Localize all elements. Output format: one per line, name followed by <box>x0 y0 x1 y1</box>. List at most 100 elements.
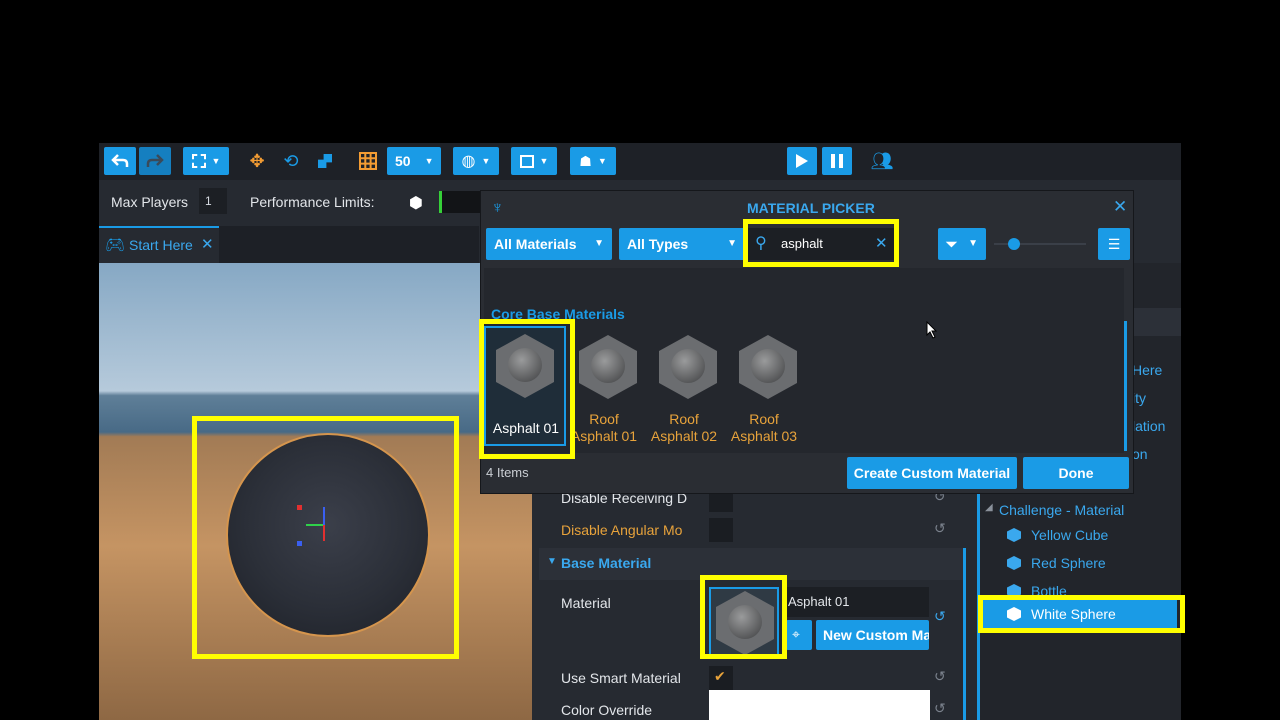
core-logo-icon: ♆ <box>491 198 504 217</box>
undo-icon <box>111 154 129 167</box>
world-space-dropdown[interactable]: ◍ ▼ <box>453 147 499 175</box>
hierarchy-item-red-sphere[interactable]: Red Sphere <box>987 550 1181 578</box>
material-thumbnail[interactable] <box>709 587 779 659</box>
properties-scrollbar[interactable] <box>963 548 966 720</box>
reset-icon[interactable]: ↺ <box>934 520 946 537</box>
new-custom-material-button[interactable]: New Custom Ma <box>816 620 929 650</box>
cube-icon <box>1007 528 1021 542</box>
all-materials-dropdown[interactable]: All Materials ▼ <box>486 228 612 260</box>
scale-tool-button[interactable] <box>311 147 339 175</box>
folder-collapse-icon[interactable]: ◢ <box>985 502 993 513</box>
cube-icon <box>1007 607 1021 621</box>
snap-size-dropdown[interactable]: 50 ▼ <box>387 147 441 175</box>
reset-icon[interactable]: ↺ <box>934 700 946 717</box>
material-item-roof-asphalt-01[interactable]: Roof Asphalt 01 <box>569 331 639 444</box>
preview-mode-dropdown[interactable]: ☗ ▼ <box>570 147 616 175</box>
base-material-section-header[interactable]: ▼ Base Material <box>539 548 966 580</box>
material-picker-button[interactable]: ⌖ <box>786 620 812 650</box>
check-icon: ✔ <box>714 668 726 684</box>
dropdown-value: All Types <box>627 236 689 252</box>
move-icon: ✥ <box>249 150 265 171</box>
object-count-icon: ⬢ <box>409 195 423 212</box>
material-item-label: Roof <box>669 411 699 427</box>
view-mode-dropdown[interactable]: ▼ <box>511 147 557 175</box>
undo-button[interactable] <box>104 147 136 175</box>
hierarchy-item-partial[interactable]: Here <box>1132 362 1162 378</box>
hierarchy-item-partial[interactable]: ity <box>1132 390 1146 406</box>
slider-handle[interactable] <box>1008 238 1020 250</box>
dialog-title-bar: ♆ MATERIAL PICKER ✕ <box>481 191 1135 224</box>
material-item-label: Roof <box>589 411 619 427</box>
reset-icon[interactable]: ↺ <box>934 668 946 685</box>
grid-scrollbar[interactable] <box>1124 321 1127 451</box>
material-item-label: Asphalt 01 <box>570 428 638 444</box>
smart-material-checkbox[interactable]: ✔ <box>709 666 733 690</box>
search-input[interactable]: asphalt <box>781 236 823 251</box>
material-item-label: Asphalt 01 <box>492 420 560 436</box>
search-field[interactable]: ⚲ asphalt ✕ <box>747 228 897 260</box>
transform-gizmo[interactable] <box>294 501 334 551</box>
section-label: Core Base Materials <box>491 306 625 322</box>
chevron-down-icon: ▼ <box>594 238 604 249</box>
all-types-dropdown[interactable]: All Types ▼ <box>619 228 745 260</box>
chevron-down-icon: ▼ <box>481 156 491 166</box>
3d-viewport[interactable] <box>99 263 532 720</box>
material-item-roof-asphalt-02[interactable]: Roof Asphalt 02 <box>649 331 719 444</box>
material-item-label: Asphalt 02 <box>650 428 718 444</box>
selection-mode-dropdown[interactable]: ▼ <box>183 147 229 175</box>
hierarchy-item-partial[interactable]: lation <box>1132 418 1165 434</box>
hierarchy-item-partial[interactable]: on <box>1132 446 1148 462</box>
section-title: Base Material <box>561 555 652 571</box>
create-custom-material-button[interactable]: Create Custom Material <box>847 457 1017 489</box>
list-view-button[interactable]: ☰ <box>1098 228 1130 260</box>
rotate-tool-button[interactable]: ⟲ <box>277 147 305 175</box>
chevron-down-icon: ▼ <box>968 238 978 249</box>
play-button[interactable] <box>787 147 817 175</box>
material-item-asphalt-01[interactable]: Asphalt 01 <box>484 326 566 446</box>
max-players-label: Max Players <box>111 194 189 210</box>
disable-angular-label: Disable Angular Mo <box>561 522 683 538</box>
tab-label: Start Here <box>129 237 193 253</box>
chevron-down-icon: ▼ <box>597 156 607 166</box>
max-players-input[interactable]: 1 <box>199 188 227 214</box>
material-value-field[interactable]: Asphalt 01 <box>783 587 929 617</box>
material-item-roof-asphalt-03[interactable]: Roof Asphalt 03 <box>729 331 799 444</box>
disable-angular-checkbox[interactable] <box>709 518 733 542</box>
color-override-swatch[interactable] <box>709 690 930 720</box>
pause-icon <box>831 154 843 168</box>
hierarchy-item-label: White Sphere <box>1031 606 1116 622</box>
grid-snap-button[interactable] <box>355 147 381 175</box>
chevron-down-icon: ▼ <box>424 156 434 166</box>
color-override-label: Color Override <box>561 702 653 718</box>
hierarchy-item-yellow-cube[interactable]: Yellow Cube <box>987 522 1181 550</box>
material-value: Asphalt 01 <box>788 594 850 609</box>
filter-dropdown[interactable]: ⏷ ▼ <box>938 228 986 260</box>
snap-size-value: 50 <box>395 153 411 169</box>
filter-icon: ⏷ <box>946 236 958 252</box>
select-frame-icon <box>191 154 206 168</box>
rotate-icon: ⟲ <box>283 150 299 171</box>
done-button[interactable]: Done <box>1023 457 1129 489</box>
redo-button[interactable] <box>139 147 171 175</box>
item-count: 4 Items <box>486 465 529 480</box>
pause-button[interactable] <box>822 147 852 175</box>
multiplayer-icon: 👥︎ <box>870 150 894 171</box>
clear-search-icon[interactable]: ✕ <box>875 234 888 252</box>
cube-icon <box>1007 556 1021 570</box>
search-icon: ⚲ <box>755 235 767 252</box>
move-tool-button[interactable]: ✥ <box>243 147 271 175</box>
thumbnail-size-slider[interactable] <box>994 238 1086 250</box>
hierarchy-item-white-sphere[interactable]: White Sphere <box>981 600 1177 628</box>
performance-meter <box>439 191 484 213</box>
multiplayer-preview-button[interactable]: 👥︎ <box>867 147 897 175</box>
smart-material-label: Use Smart Material <box>561 670 681 686</box>
players-icon: ☗ <box>579 152 592 169</box>
close-icon[interactable]: ✕ <box>1113 197 1127 217</box>
reset-icon[interactable]: ↺ <box>934 608 946 625</box>
tab-start-here[interactable]: 🎮︎ Start Here ✕ <box>99 226 219 263</box>
main-toolbar: ▼ ✥ ⟲ 50 ▼ ◍ ▼ ▼ ☗ ▼ 👥︎ <box>99 143 1181 180</box>
hierarchy-folder[interactable]: Challenge - Material <box>999 502 1124 518</box>
material-preview-image <box>739 335 797 399</box>
new-custom-material-label: New Custom Ma <box>823 627 929 643</box>
close-icon[interactable]: ✕ <box>201 235 214 253</box>
